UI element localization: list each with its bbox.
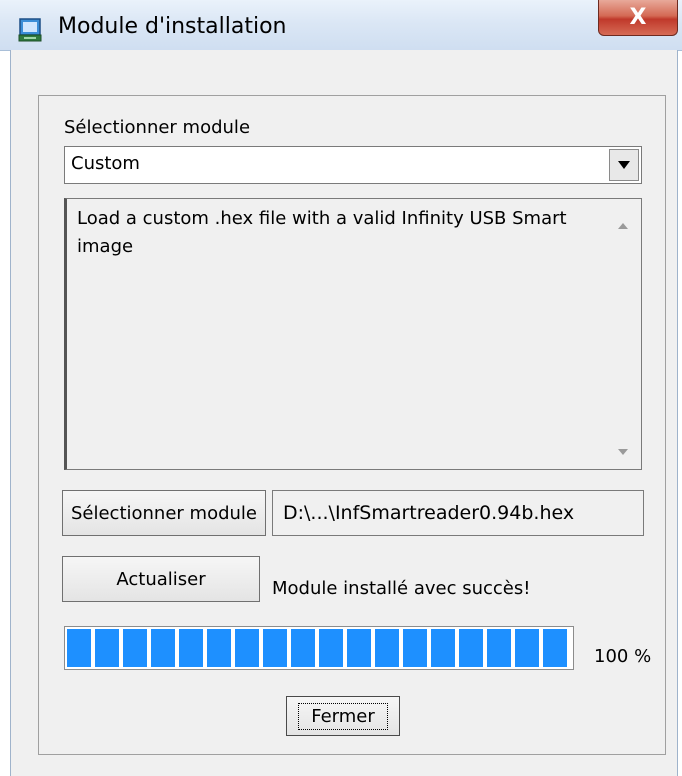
module-dropdown[interactable]: Custom: [64, 146, 642, 184]
scroll-up-arrow-icon[interactable]: [615, 219, 631, 233]
module-description-box[interactable]: Load a custom .hex file with a valid Inf…: [64, 198, 642, 470]
install-progress-bar: [64, 626, 574, 670]
scroll-down-arrow-icon[interactable]: [615, 445, 631, 459]
file-path-field: D:\...\InfSmartreader0.94b.hex: [272, 490, 644, 536]
dropdown-arrow-icon: [618, 161, 630, 169]
progress-percent-label: 100 %: [594, 646, 652, 667]
installer-app-icon: [18, 18, 42, 42]
module-description-text: Load a custom .hex file with a valid Inf…: [77, 208, 567, 257]
title-bar: Module d'installation X: [0, 0, 682, 51]
close-window-button[interactable]: X: [598, 0, 678, 36]
window-title: Module d'installation: [58, 14, 287, 39]
close-button-label: Fermer: [298, 702, 388, 730]
select-module-label: Sélectionner module: [64, 117, 251, 138]
close-button[interactable]: Fermer: [286, 696, 400, 736]
module-dropdown-value: Custom: [71, 153, 140, 174]
dropdown-arrow-button[interactable]: [609, 149, 639, 181]
progress-fill: [67, 629, 571, 667]
select-file-button[interactable]: Sélectionner module: [62, 490, 266, 536]
update-button[interactable]: Actualiser: [62, 556, 260, 602]
install-status-text: Module installé avec succès!: [272, 578, 531, 599]
